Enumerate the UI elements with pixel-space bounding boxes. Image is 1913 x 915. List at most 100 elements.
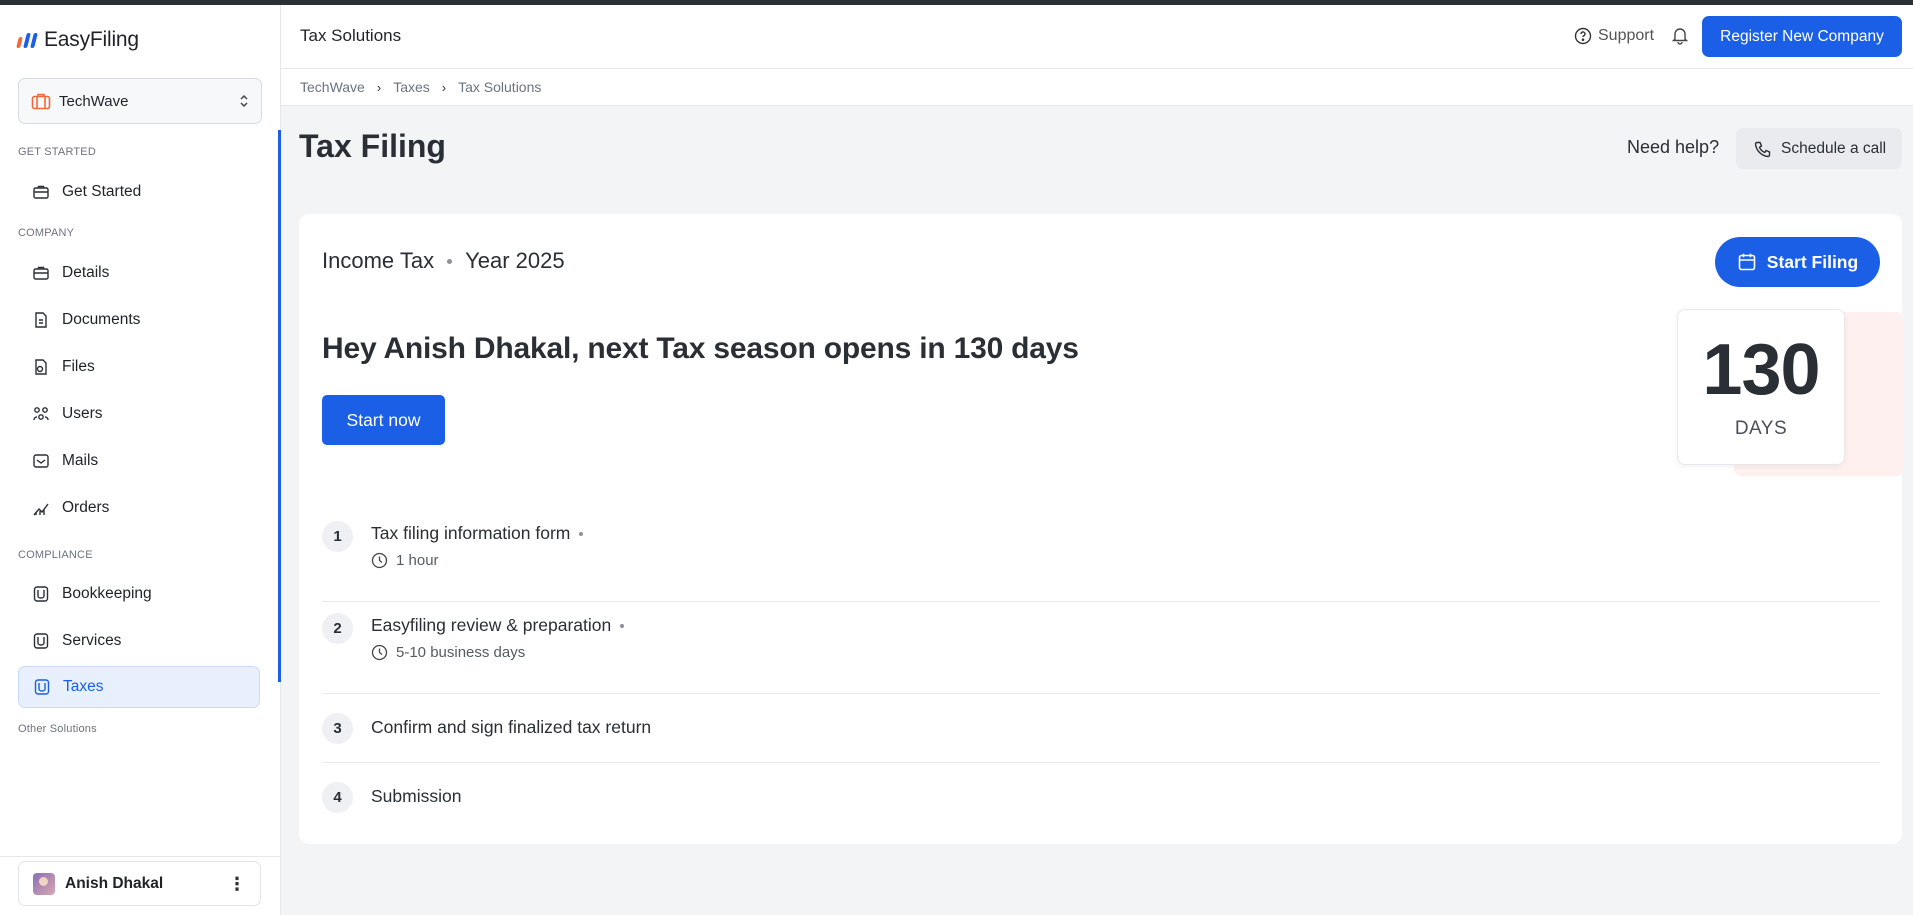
step-title-text: Tax filing information form [371, 523, 571, 543]
sidebar-item-label: Get Started [62, 183, 142, 200]
sidebar-item-label: Orders [62, 499, 110, 516]
sidebar-item-users[interactable]: Users [18, 393, 260, 435]
filing-steps: 1 Tax filing information form 1 hour 2 E… [322, 510, 1880, 832]
user-menu[interactable]: Anish Dhakal ⋮ [18, 861, 261, 906]
chevron-right-icon: › [441, 79, 447, 95]
sidebar-item-taxes[interactable]: Taxes [18, 666, 260, 708]
help-circle-icon [1574, 27, 1592, 45]
tax-filing-card: Income Tax Year 2025 Start Filing Hey An… [299, 214, 1904, 844]
book-icon [33, 586, 49, 602]
start-filing-button[interactable]: Start Filing [1715, 237, 1880, 287]
schedule-call-button[interactable]: Schedule a call [1736, 128, 1902, 169]
step-item: 2 Easyfiling review & preparation 5-10 b… [322, 602, 1880, 694]
support-link[interactable]: Support [1574, 27, 1654, 45]
brand[interactable]: EasyFiling [16, 23, 139, 57]
brand-name: EasyFiling [44, 28, 139, 51]
step-duration-text: 1 hour [396, 552, 439, 569]
section-label-get-started: GET STARTED [18, 146, 96, 158]
avatar [33, 872, 55, 895]
sidebar-item-label: Services [62, 632, 122, 649]
step-title: Submission [371, 786, 461, 807]
clock-icon [371, 644, 388, 661]
sidebar-item-bookkeeping[interactable]: Bookkeeping [18, 573, 260, 615]
sidebar-item-details[interactable]: Details [18, 252, 260, 294]
step-title-text: Submission [371, 786, 462, 806]
sidebar-item-documents[interactable]: Documents [18, 299, 260, 341]
breadcrumb-item[interactable]: Taxes [393, 79, 430, 95]
company-name: TechWave [59, 92, 129, 110]
step-title-text: Confirm and sign finalized tax return [371, 717, 652, 737]
briefcase-icon [33, 266, 49, 280]
sidebar-active-accent [278, 130, 281, 682]
step-item: 3 Confirm and sign finalized tax return [322, 694, 1880, 763]
sidebar-item-label: Mails [62, 452, 99, 469]
tax-type: Income Tax [322, 248, 435, 273]
chart-icon [33, 503, 49, 516]
section-label-company: COMPANY [18, 227, 75, 239]
register-new-company-button[interactable]: Register New Company [1702, 16, 1902, 57]
step-duration: 5-10 business days [371, 644, 525, 661]
start-filing-label: Start Filing [1766, 251, 1859, 272]
step-title: Confirm and sign finalized tax return [371, 717, 651, 738]
book-icon [34, 679, 50, 695]
countdown-box: 130 DAYS [1677, 309, 1845, 465]
briefcase-icon [33, 185, 49, 199]
start-now-button[interactable]: Start now [322, 395, 445, 445]
sidebar-item-get-started[interactable]: Get Started [18, 171, 260, 213]
separator-dot [620, 623, 625, 628]
breadcrumb-item[interactable]: TechWave [300, 79, 365, 95]
need-help-label: Need help? [1627, 137, 1720, 157]
step-item: 1 Tax filing information form 1 hour [322, 510, 1880, 602]
step-title-text: Easyfiling review & preparation [371, 615, 612, 635]
sidebar-item-mails[interactable]: Mails [18, 440, 260, 482]
step-title: Easyfiling review & preparation [371, 615, 625, 636]
brand-logo-icon [16, 32, 38, 48]
user-name: Anish Dhakal [65, 874, 164, 892]
sidebar-item-label: Documents [62, 311, 141, 328]
step-number: 2 [322, 613, 353, 644]
support-label: Support [1598, 27, 1655, 44]
clock-icon [371, 552, 388, 569]
file-icon [35, 359, 47, 375]
sidebar-item-label: Users [62, 405, 103, 422]
section-label-compliance: COMPLIANCE [18, 549, 93, 561]
phone-icon [1754, 141, 1771, 157]
sidebar-item-label: Files [62, 358, 95, 375]
mail-icon [33, 454, 49, 468]
countdown-unit: DAYS [1734, 418, 1788, 439]
step-number: 4 [322, 782, 353, 813]
chevron-right-icon: › [376, 79, 382, 95]
step-number: 3 [322, 713, 353, 744]
separator-dot [579, 531, 584, 536]
document-icon [35, 312, 47, 328]
tax-year: Year 2025 [465, 248, 565, 273]
sidebar-item-label: Bookkeeping [62, 585, 152, 602]
step-item: 4 Submission [322, 763, 1880, 832]
breadcrumb: TechWave › Taxes › Tax Solutions [281, 69, 1913, 106]
section-label-other-solutions[interactable]: Other Solutions [18, 723, 97, 735]
sidebar-item-label: Details [62, 264, 110, 281]
card-header: Income Tax Year 2025 [322, 248, 565, 274]
kebab-menu-icon[interactable]: ⋮ [228, 875, 246, 893]
schedule-call-label: Schedule a call [1781, 139, 1887, 157]
users-icon [33, 407, 49, 421]
sidebar-item-orders[interactable]: Orders [18, 487, 260, 529]
season-headline: Hey Anish Dhakal, next Tax season opens … [322, 332, 1079, 365]
sidebar-item-label: Taxes [63, 678, 104, 695]
step-duration: 1 hour [371, 552, 439, 569]
sidebar-item-files[interactable]: Files [18, 346, 260, 388]
countdown-value: 130 [1702, 330, 1820, 410]
sidebar-item-services[interactable]: Services [18, 620, 260, 662]
company-switcher[interactable]: TechWave [18, 78, 262, 124]
book-icon [33, 633, 49, 649]
notifications-bell-icon[interactable] [1670, 25, 1690, 50]
step-number: 1 [322, 521, 353, 552]
sidebar: EasyFiling TechWave GET STARTED Get Star… [0, 5, 281, 915]
sidebar-divider [0, 856, 281, 857]
breadcrumb-item: Tax Solutions [458, 79, 542, 95]
step-title: Tax filing information form [371, 523, 584, 544]
step-duration-text: 5-10 business days [396, 644, 526, 661]
top-header: Tax Solutions Support Register New Compa… [281, 5, 1913, 69]
chevron-updown-icon [239, 94, 249, 108]
briefcase-icon [31, 93, 51, 110]
